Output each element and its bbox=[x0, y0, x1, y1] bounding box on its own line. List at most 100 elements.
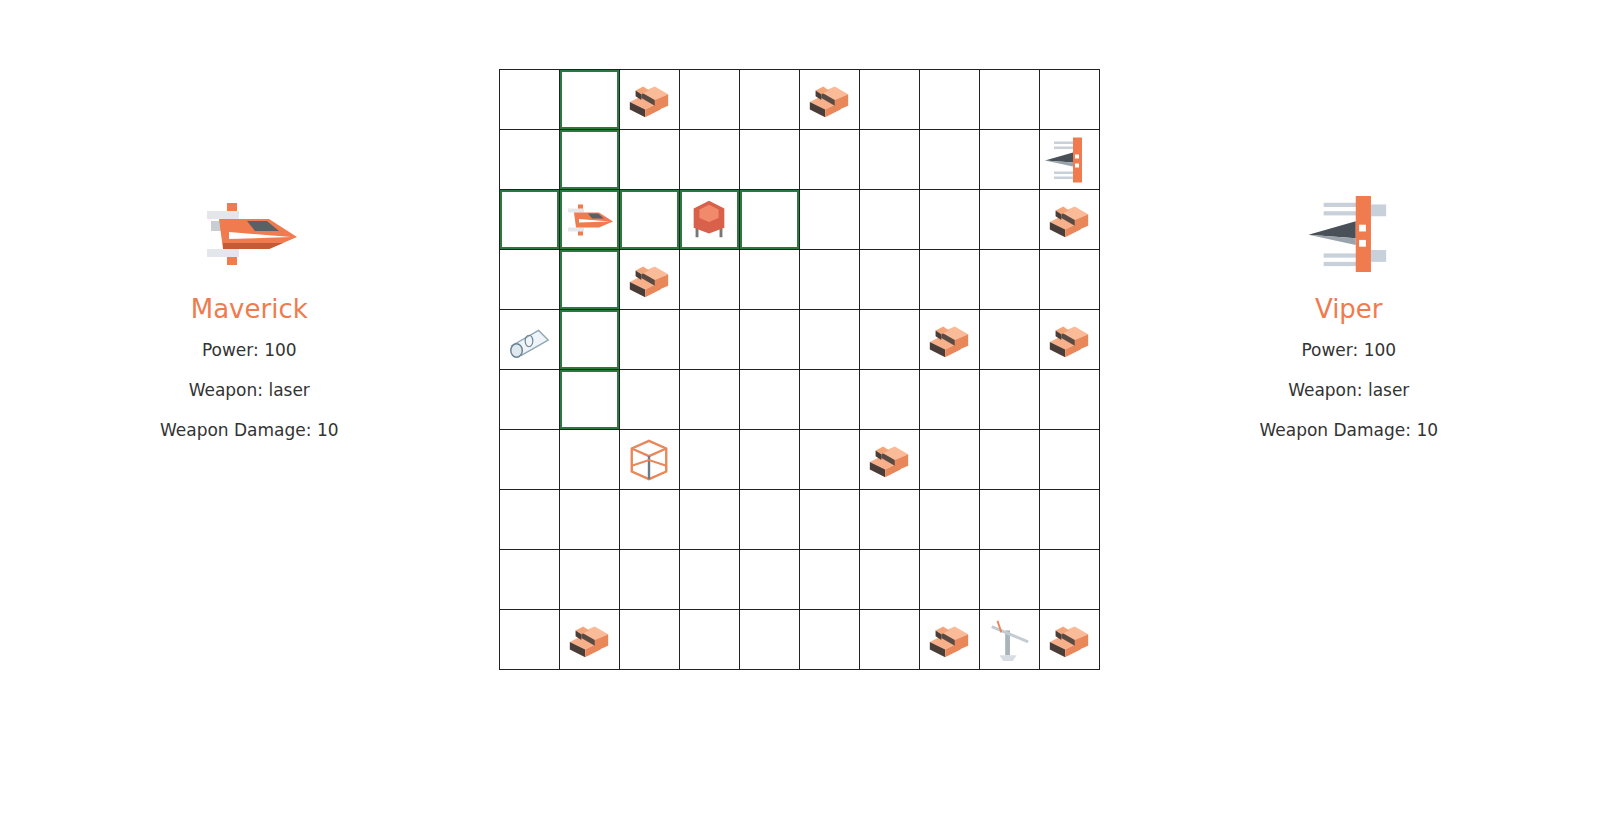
board-cell[interactable] bbox=[980, 370, 1040, 430]
board-cell[interactable] bbox=[620, 130, 680, 190]
board-cell[interactable] bbox=[740, 130, 800, 190]
board-cell[interactable] bbox=[740, 250, 800, 310]
board-cell[interactable] bbox=[740, 70, 800, 130]
board-cell[interactable] bbox=[680, 250, 740, 310]
board-cell[interactable] bbox=[560, 610, 620, 670]
board-cell[interactable] bbox=[560, 250, 620, 310]
board-cell[interactable] bbox=[620, 70, 680, 130]
board-cell[interactable] bbox=[680, 490, 740, 550]
board-cell[interactable] bbox=[680, 610, 740, 670]
board-cell[interactable] bbox=[860, 430, 920, 490]
board-cell[interactable] bbox=[560, 190, 620, 250]
board-cell[interactable] bbox=[740, 610, 800, 670]
board-cell[interactable] bbox=[560, 130, 620, 190]
board-cell[interactable] bbox=[500, 310, 560, 370]
board-cell[interactable] bbox=[500, 610, 560, 670]
board-cell[interactable] bbox=[680, 370, 740, 430]
board-cell[interactable] bbox=[680, 550, 740, 610]
board-cell[interactable] bbox=[800, 610, 860, 670]
board-cell[interactable] bbox=[980, 550, 1040, 610]
board-cell[interactable] bbox=[800, 550, 860, 610]
board-cell[interactable] bbox=[560, 430, 620, 490]
board-cell[interactable] bbox=[740, 190, 800, 250]
board-cell[interactable] bbox=[1040, 190, 1100, 250]
board-cell[interactable] bbox=[680, 190, 740, 250]
board-cell[interactable] bbox=[860, 310, 920, 370]
board-cell[interactable] bbox=[740, 490, 800, 550]
board-cell[interactable] bbox=[860, 70, 920, 130]
board-cell[interactable] bbox=[920, 130, 980, 190]
board-cell[interactable] bbox=[920, 310, 980, 370]
board-cell[interactable] bbox=[740, 430, 800, 490]
board-cell[interactable] bbox=[920, 370, 980, 430]
board-cell[interactable] bbox=[1040, 370, 1100, 430]
board-cell[interactable] bbox=[980, 70, 1040, 130]
board-cell[interactable] bbox=[980, 310, 1040, 370]
board-cell[interactable] bbox=[860, 190, 920, 250]
board-cell[interactable] bbox=[860, 490, 920, 550]
board-cell[interactable] bbox=[860, 370, 920, 430]
board-cell[interactable] bbox=[620, 250, 680, 310]
board-cell[interactable] bbox=[980, 130, 1040, 190]
board-cell[interactable] bbox=[740, 370, 800, 430]
board-cell[interactable] bbox=[800, 370, 860, 430]
board-cell[interactable] bbox=[560, 70, 620, 130]
board-cell[interactable] bbox=[920, 250, 980, 310]
board-cell[interactable] bbox=[920, 70, 980, 130]
board-cell[interactable] bbox=[620, 550, 680, 610]
board-cell[interactable] bbox=[560, 370, 620, 430]
board-cell[interactable] bbox=[560, 490, 620, 550]
board-cell[interactable] bbox=[620, 310, 680, 370]
board-cell[interactable] bbox=[560, 550, 620, 610]
board-cell[interactable] bbox=[860, 250, 920, 310]
board-cell[interactable] bbox=[500, 550, 560, 610]
board-cell[interactable] bbox=[980, 610, 1040, 670]
board-cell[interactable] bbox=[920, 190, 980, 250]
board-cell[interactable] bbox=[620, 490, 680, 550]
board-cell[interactable] bbox=[980, 430, 1040, 490]
board-cell[interactable] bbox=[620, 610, 680, 670]
board-cell[interactable] bbox=[500, 130, 560, 190]
board-cell[interactable] bbox=[860, 550, 920, 610]
board-cell[interactable] bbox=[800, 130, 860, 190]
board-cell[interactable] bbox=[980, 190, 1040, 250]
board-cell[interactable] bbox=[680, 310, 740, 370]
board-cell[interactable] bbox=[1040, 250, 1100, 310]
board-cell[interactable] bbox=[1040, 130, 1100, 190]
board-cell[interactable] bbox=[920, 610, 980, 670]
board-cell[interactable] bbox=[1040, 70, 1100, 130]
board-cell[interactable] bbox=[1040, 430, 1100, 490]
board-cell[interactable] bbox=[980, 250, 1040, 310]
board-cell[interactable] bbox=[560, 310, 620, 370]
board-cell[interactable] bbox=[740, 310, 800, 370]
board-cell[interactable] bbox=[500, 490, 560, 550]
board-cell[interactable] bbox=[500, 430, 560, 490]
board-cell[interactable] bbox=[500, 190, 560, 250]
board-cell[interactable] bbox=[500, 370, 560, 430]
board-cell[interactable] bbox=[500, 250, 560, 310]
board-cell[interactable] bbox=[1040, 490, 1100, 550]
board-cell[interactable] bbox=[860, 610, 920, 670]
board-cell[interactable] bbox=[620, 430, 680, 490]
board-cell[interactable] bbox=[680, 430, 740, 490]
board-cell[interactable] bbox=[680, 130, 740, 190]
board-cell[interactable] bbox=[800, 490, 860, 550]
board-cell[interactable] bbox=[800, 310, 860, 370]
board-cell[interactable] bbox=[920, 490, 980, 550]
board-cell[interactable] bbox=[920, 550, 980, 610]
board-cell[interactable] bbox=[1040, 610, 1100, 670]
board-cell[interactable] bbox=[500, 70, 560, 130]
board-cell[interactable] bbox=[980, 490, 1040, 550]
board-cell[interactable] bbox=[1040, 550, 1100, 610]
board-cell[interactable] bbox=[800, 430, 860, 490]
board-cell[interactable] bbox=[800, 250, 860, 310]
board-cell[interactable] bbox=[680, 70, 740, 130]
board-cell[interactable] bbox=[920, 430, 980, 490]
board-cell[interactable] bbox=[620, 370, 680, 430]
board-cell[interactable] bbox=[620, 190, 680, 250]
board-cell[interactable] bbox=[800, 70, 860, 130]
board-cell[interactable] bbox=[740, 550, 800, 610]
board-cell[interactable] bbox=[1040, 310, 1100, 370]
board-cell[interactable] bbox=[800, 190, 860, 250]
board-cell[interactable] bbox=[860, 130, 920, 190]
